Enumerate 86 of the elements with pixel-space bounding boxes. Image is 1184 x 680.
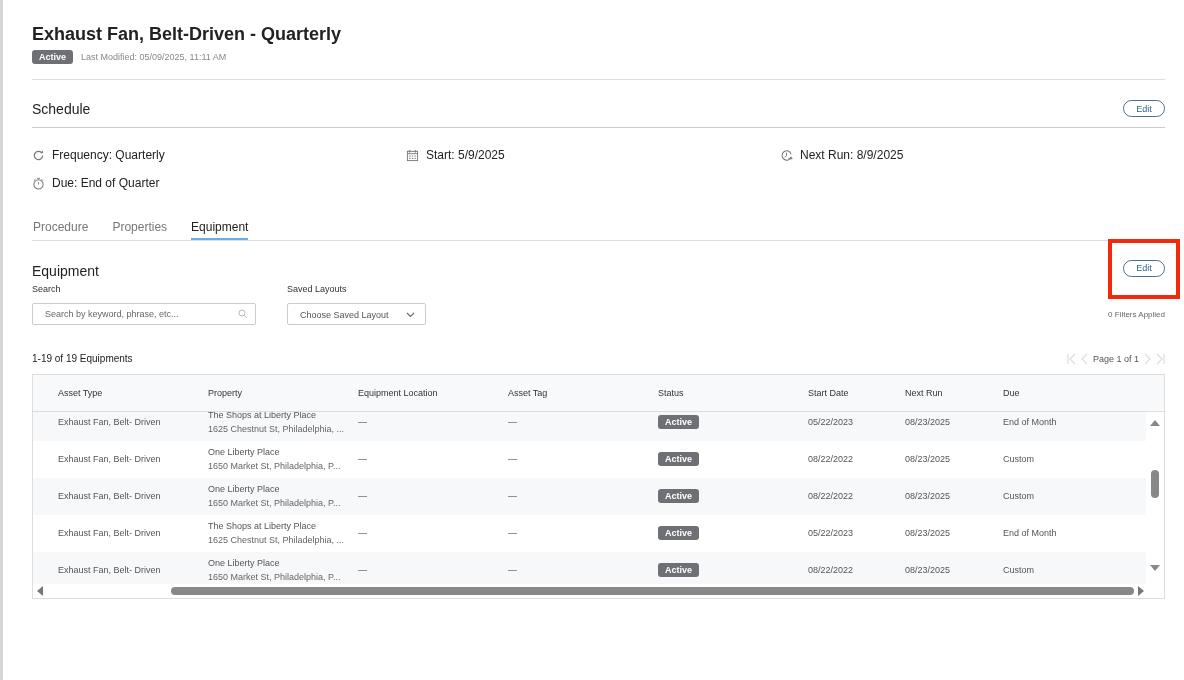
table-cell-text: End of Month: [1003, 417, 1058, 427]
property-address: 1650 Market St, Philadelphia, P...: [208, 572, 342, 582]
schedule-text: Next Run: 8/9/2025: [800, 148, 904, 162]
table-cell-text: —: [508, 454, 518, 464]
schedule-text: Frequency: Quarterly: [52, 148, 165, 162]
field-label: Saved Layouts: [287, 283, 348, 294]
filters-applied-text: 0 Filters Applied: [1108, 309, 1165, 321]
tab[interactable]: Properties: [112, 220, 168, 240]
column-header[interactable]: Asset Type: [58, 387, 208, 398]
table-cell-text: Custom: [1003, 454, 1035, 464]
section-title: Equipment: [32, 262, 99, 279]
status-badge: Active: [658, 489, 699, 503]
table-cell-text: 08/23/2025: [905, 454, 952, 464]
search-field[interactable]: Search by keyword, phrase, etc...: [32, 302, 256, 325]
table-cell-text: 08/23/2025: [905, 417, 952, 427]
table-cell-text: —: [508, 565, 518, 575]
column-header[interactable]: Property: [208, 387, 358, 398]
table-cell-text: —: [358, 528, 368, 538]
scroll-up-icon[interactable]: [1150, 419, 1160, 426]
table-cell-text: End of Month: [1003, 528, 1058, 538]
table-cell-text: —: [358, 454, 368, 464]
section-title: Schedule: [32, 101, 91, 117]
search-icon: [238, 308, 248, 319]
table-cell-text: 08/23/2025: [905, 528, 952, 538]
table-cell-text: Exhaust Fan, Belt- Driven: [58, 454, 162, 464]
table-cell-text: 08/22/2022: [808, 565, 855, 575]
property-name: The Shops at Liberty Place: [208, 521, 318, 531]
table-cell-text: —: [358, 565, 368, 575]
edit-button[interactable]: Edit: [1123, 259, 1165, 277]
page-indicator: Page 1 of 1: [1092, 353, 1139, 364]
status-badge: Active: [658, 415, 699, 429]
result-count: 1-19 of 19 Equipments: [32, 353, 133, 364]
table-cell-text: 08/23/2025: [905, 565, 952, 575]
tab[interactable]: Procedure: [33, 220, 89, 240]
table-cell-text: Custom: [1003, 565, 1035, 575]
property-name: One Liberty Place: [208, 447, 281, 457]
property-address: 1650 Market St, Philadelphia, P...: [208, 498, 342, 508]
property-name: One Liberty Place: [208, 484, 281, 494]
property-address: 1650 Market St, Philadelphia, P...: [208, 461, 342, 471]
table-cell-text: 05/22/2023: [808, 417, 855, 427]
status-badge: Active: [658, 526, 699, 540]
edit-button[interactable]: Edit: [1123, 100, 1165, 117]
stopwatch-icon: [32, 176, 45, 190]
table-cell-text: —: [358, 417, 368, 427]
page-title: Exhaust Fan, Belt-Driven - Quarterly: [32, 24, 343, 45]
table-cell-text: Exhaust Fan, Belt- Driven: [58, 417, 162, 427]
table-cell-text: —: [508, 417, 518, 427]
clock-arrow-icon: [780, 148, 793, 162]
table-cell-text: —: [508, 491, 518, 501]
property-name: One Liberty Place: [208, 558, 281, 568]
refresh-icon: [32, 148, 45, 162]
scroll-down-icon[interactable]: [1150, 564, 1160, 571]
chevron-down-icon: [406, 311, 415, 318]
column-header[interactable]: Due: [1003, 387, 1146, 398]
property-name: The Shops at Liberty Place: [208, 411, 318, 420]
scroll-right-icon[interactable]: [1138, 585, 1144, 596]
table-cell-text: 08/22/2022: [808, 491, 855, 501]
tab[interactable]: Equipment: [191, 220, 249, 240]
property-address: 1625 Chestnut St, Philadelphia, ...: [208, 535, 346, 545]
property-address: 1625 Chestnut St, Philadelphia, ...: [208, 424, 346, 434]
table-cell-text: 08/23/2025: [905, 491, 952, 501]
schedule-text: Start: 5/9/2025: [426, 148, 505, 162]
table-cell-text: —: [508, 528, 518, 538]
vertical-scrollbar-thumb[interactable]: [1151, 469, 1159, 498]
table-cell-text: —: [358, 491, 368, 501]
table-cell-text: Exhaust Fan, Belt- Driven: [58, 565, 162, 575]
column-header[interactable]: Status: [658, 387, 808, 398]
column-header[interactable]: Asset Tag: [508, 387, 658, 398]
table-cell-text: Custom: [1003, 491, 1035, 501]
schedule-text: Due: End of Quarter: [52, 176, 160, 190]
table-cell-text: Exhaust Fan, Belt- Driven: [58, 491, 162, 501]
field-label: Search: [32, 283, 62, 294]
table-cell-text: Exhaust Fan, Belt- Driven: [58, 528, 162, 538]
status-badge: Active: [32, 50, 73, 64]
calendar-icon: [406, 148, 419, 162]
column-header[interactable]: Equipment Location: [358, 387, 508, 398]
table-cell-text: 08/22/2022: [808, 454, 855, 464]
status-badge: Active: [658, 452, 699, 466]
scroll-left-icon[interactable]: [37, 585, 43, 596]
status-badge: Active: [658, 563, 699, 577]
column-header[interactable]: Start Date: [808, 387, 905, 398]
horizontal-scrollbar-thumb[interactable]: [171, 586, 1134, 595]
column-header[interactable]: Next Run: [905, 387, 1003, 398]
table-cell-text: 05/22/2023: [808, 528, 855, 538]
last-modified-text: Last Modified: 05/09/2025, 11:11 AM: [81, 52, 227, 62]
layout-dropdown[interactable]: Choose Saved Layout: [287, 302, 426, 325]
